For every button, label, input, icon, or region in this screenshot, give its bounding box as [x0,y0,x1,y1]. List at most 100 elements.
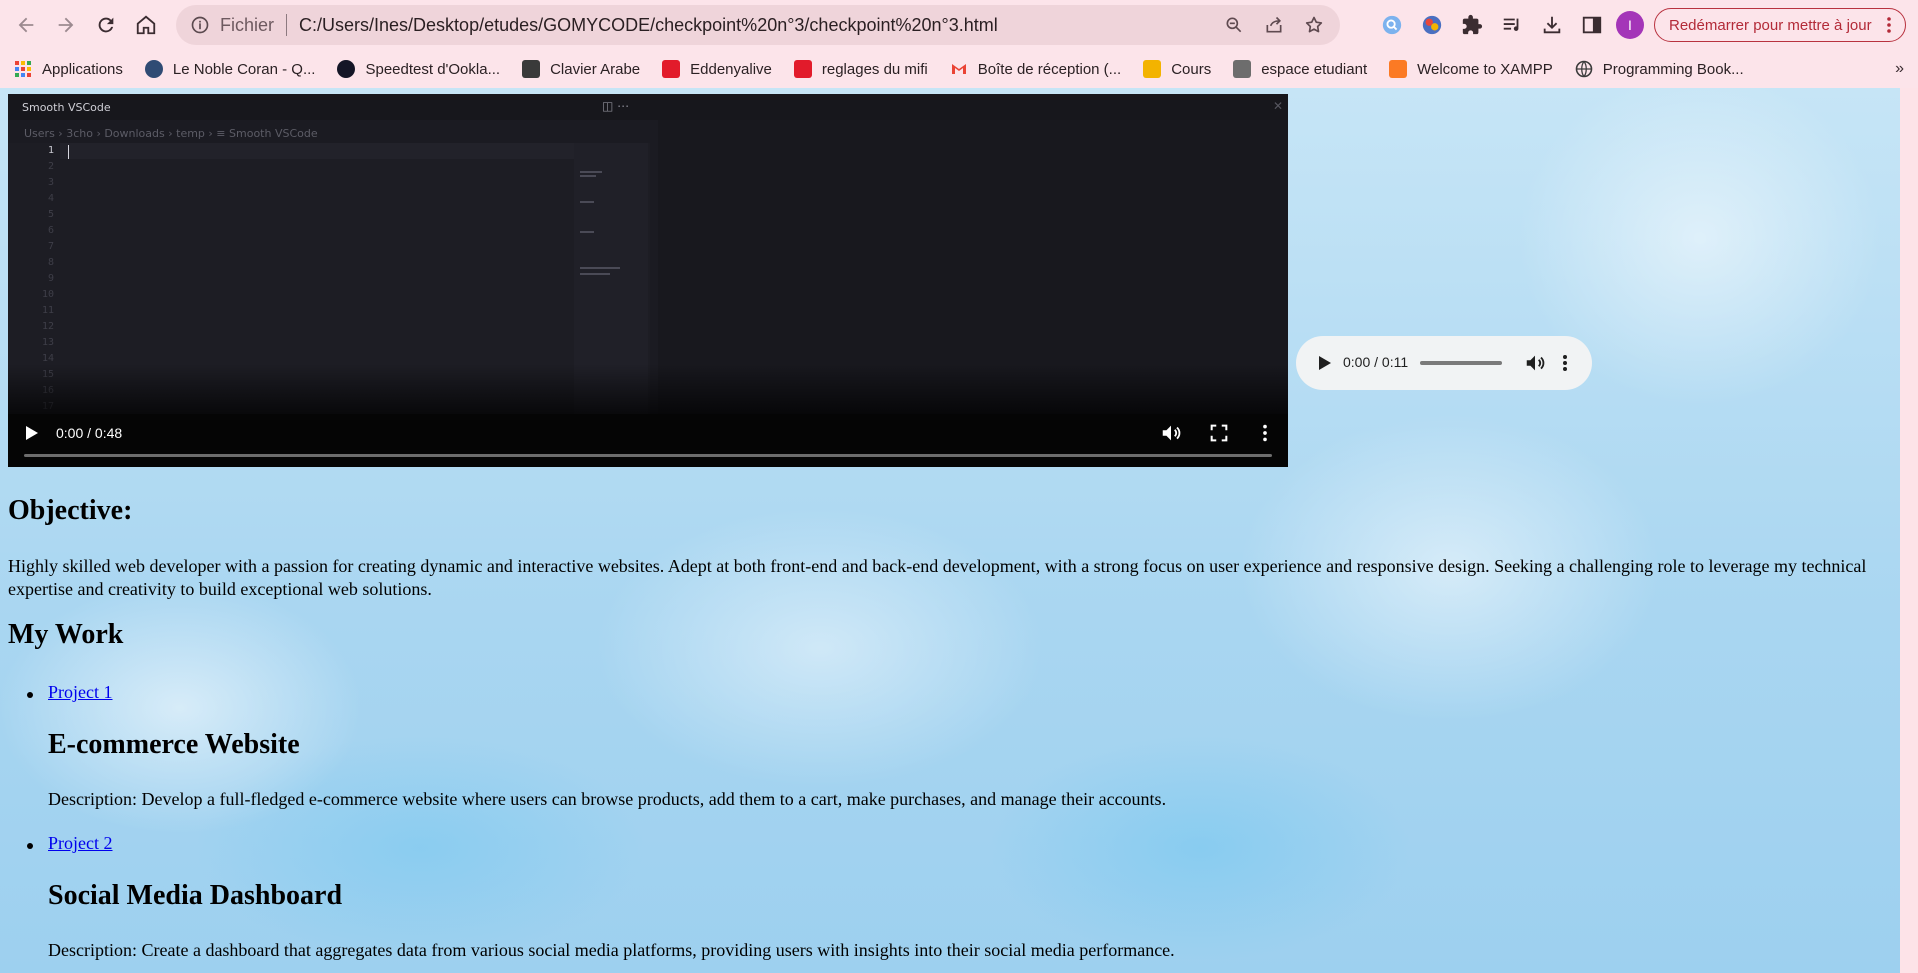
line-number: 9 [47,273,54,284]
playlist-icon [1503,18,1519,31]
keyboard-favicon-icon [522,60,541,78]
address-bar[interactable]: Fichier C:/Users/Ines/Desktop/etudes/GOM… [176,5,1340,45]
extensions-button[interactable] [1452,5,1492,45]
bookmarks-overflow-button[interactable]: » [1895,60,1904,78]
text-caret [68,145,69,159]
bookmark-eddenyalive[interactable]: Eddenyalive [662,60,772,78]
address-scheme: Fichier [220,14,275,35]
info-icon[interactable] [190,15,210,35]
share-icon [1266,16,1282,33]
zoom-icon [1226,17,1242,33]
video-player[interactable]: Smooth VSCode ◫ ⋯ ✕ Users › 3cho › Downl… [8,94,1288,467]
volume-icon[interactable] [1524,352,1546,374]
bookmarks-bar: Applications Le Noble Coran - Q... Speed… [0,50,1918,88]
project-1-link[interactable]: Project 1 [48,682,113,703]
current-line-highlight [60,143,580,159]
forward-button[interactable] [46,5,86,45]
fullscreen-icon[interactable] [1208,422,1230,444]
project-2-description: Description: Create a dashboard that agg… [48,940,1175,960]
line-number: 6 [47,225,54,236]
play-icon[interactable] [22,424,40,442]
extension-color-button[interactable] [1412,5,1452,45]
bookmark-label: Programming Book... [1602,60,1744,78]
apps-grid-icon [15,61,31,77]
bookmark-speedtest[interactable]: Speedtest d'Ookla... [337,60,500,78]
bookmark-coran[interactable]: Le Noble Coran - Q... [144,60,315,78]
zoom-button[interactable] [1214,5,1254,45]
back-arrow-icon [18,17,34,33]
page-scrollbar[interactable] [1900,88,1918,973]
bookmark-applications[interactable]: Applications [14,60,123,78]
address-url[interactable]: C:/Users/Ines/Desktop/etudes/GOMYCODE/ch… [299,15,998,36]
line-number: 8 [47,257,54,268]
play-icon[interactable] [1314,353,1334,373]
bookmark-label: espace etudiant [1261,60,1368,78]
downloads-button[interactable] [1532,5,1572,45]
bookmark-label: Clavier Arabe [550,60,641,78]
update-button[interactable]: Redémarrer pour mettre à jour [1654,8,1906,42]
search-extension-icon [1382,15,1402,35]
bookmark-cours[interactable]: Cours [1143,60,1211,78]
more-options-icon[interactable] [1560,352,1570,374]
side-panel-button[interactable] [1572,5,1612,45]
gmail-icon [951,64,966,74]
bookmark-gmail[interactable]: Boîte de réception (... [950,60,1121,78]
speedtest-favicon-icon [337,60,356,78]
audio-player[interactable]: 0:00 / 0:11 [1296,336,1592,390]
bookmark-label: reglages du mifi [821,60,928,78]
line-number: 5 [47,209,54,220]
bookmark-label: Eddenyalive [690,60,772,78]
bookmark-label: Boîte de réception (... [977,60,1122,78]
project-1-description: Description: Develop a full-fledged e-co… [48,789,1167,809]
line-number: 10 [41,289,54,300]
reload-button[interactable] [86,5,126,45]
classroom-favicon-icon [1143,60,1162,78]
home-button[interactable] [126,5,166,45]
bookmark-star-button[interactable] [1294,5,1334,45]
bookmark-xampp[interactable]: Welcome to XAMPP [1389,60,1553,78]
vscode-title-bar: Smooth VSCode ◫ ⋯ ✕ [8,94,1288,120]
project-1-title: E-commerce Website [48,729,300,760]
bookmark-espace-etudiant[interactable]: espace etudiant [1233,60,1367,78]
student-space-favicon-icon [1233,60,1252,78]
media-control-button[interactable] [1492,5,1532,45]
forward-arrow-icon [58,17,74,33]
line-number: 11 [41,305,54,316]
color-picker-extension-icon [1422,15,1442,35]
profile-avatar[interactable]: I [1616,11,1644,39]
audio-seek-bar[interactable] [1420,361,1502,365]
more-options-icon[interactable] [1254,422,1276,444]
volume-icon[interactable] [1160,422,1182,444]
bookmark-clavier-arabe[interactable]: Clavier Arabe [522,60,640,78]
vscode-breadcrumb: Users › 3cho › Downloads › temp › ≡ Smoo… [24,127,318,140]
browser-toolbar: Fichier C:/Users/Ines/Desktop/etudes/GOM… [0,0,1918,50]
objective-text: Highly skilled web developer with a pass… [8,556,1867,599]
bookmark-programming-books[interactable]: Programming Book... [1575,60,1744,78]
bookmark-label: Welcome to XAMPP [1417,60,1553,78]
bookmark-label: Applications [42,60,123,78]
mifi-favicon-icon [793,60,812,78]
download-icon [1543,16,1561,34]
project-2-link[interactable]: Project 2 [48,833,113,854]
line-number: 1 [47,145,54,156]
line-number: 12 [41,321,54,332]
line-number: 14 [41,353,54,364]
extensions-area [1372,5,1612,45]
line-number: 2 [47,161,54,172]
back-button[interactable] [6,5,46,45]
quran-favicon-icon [144,60,163,78]
bookmark-mifi[interactable]: reglages du mifi [793,60,928,78]
extension-search-button[interactable] [1372,5,1412,45]
share-button[interactable] [1254,5,1294,45]
minimap-line [580,201,594,203]
update-button-label: Redémarrer pour mettre à jour [1669,16,1872,34]
more-menu-icon[interactable] [1881,16,1897,34]
minimap-line [580,267,620,269]
video-time: 0:00 / 0:48 [56,425,123,441]
minimap-line [580,171,602,173]
objective-heading: Objective: [8,495,133,526]
video-progress-bar[interactable] [24,454,1272,457]
audio-time: 0:00 / 0:11 [1343,354,1409,370]
line-number: 13 [41,337,54,348]
line-number: 3 [47,177,54,188]
